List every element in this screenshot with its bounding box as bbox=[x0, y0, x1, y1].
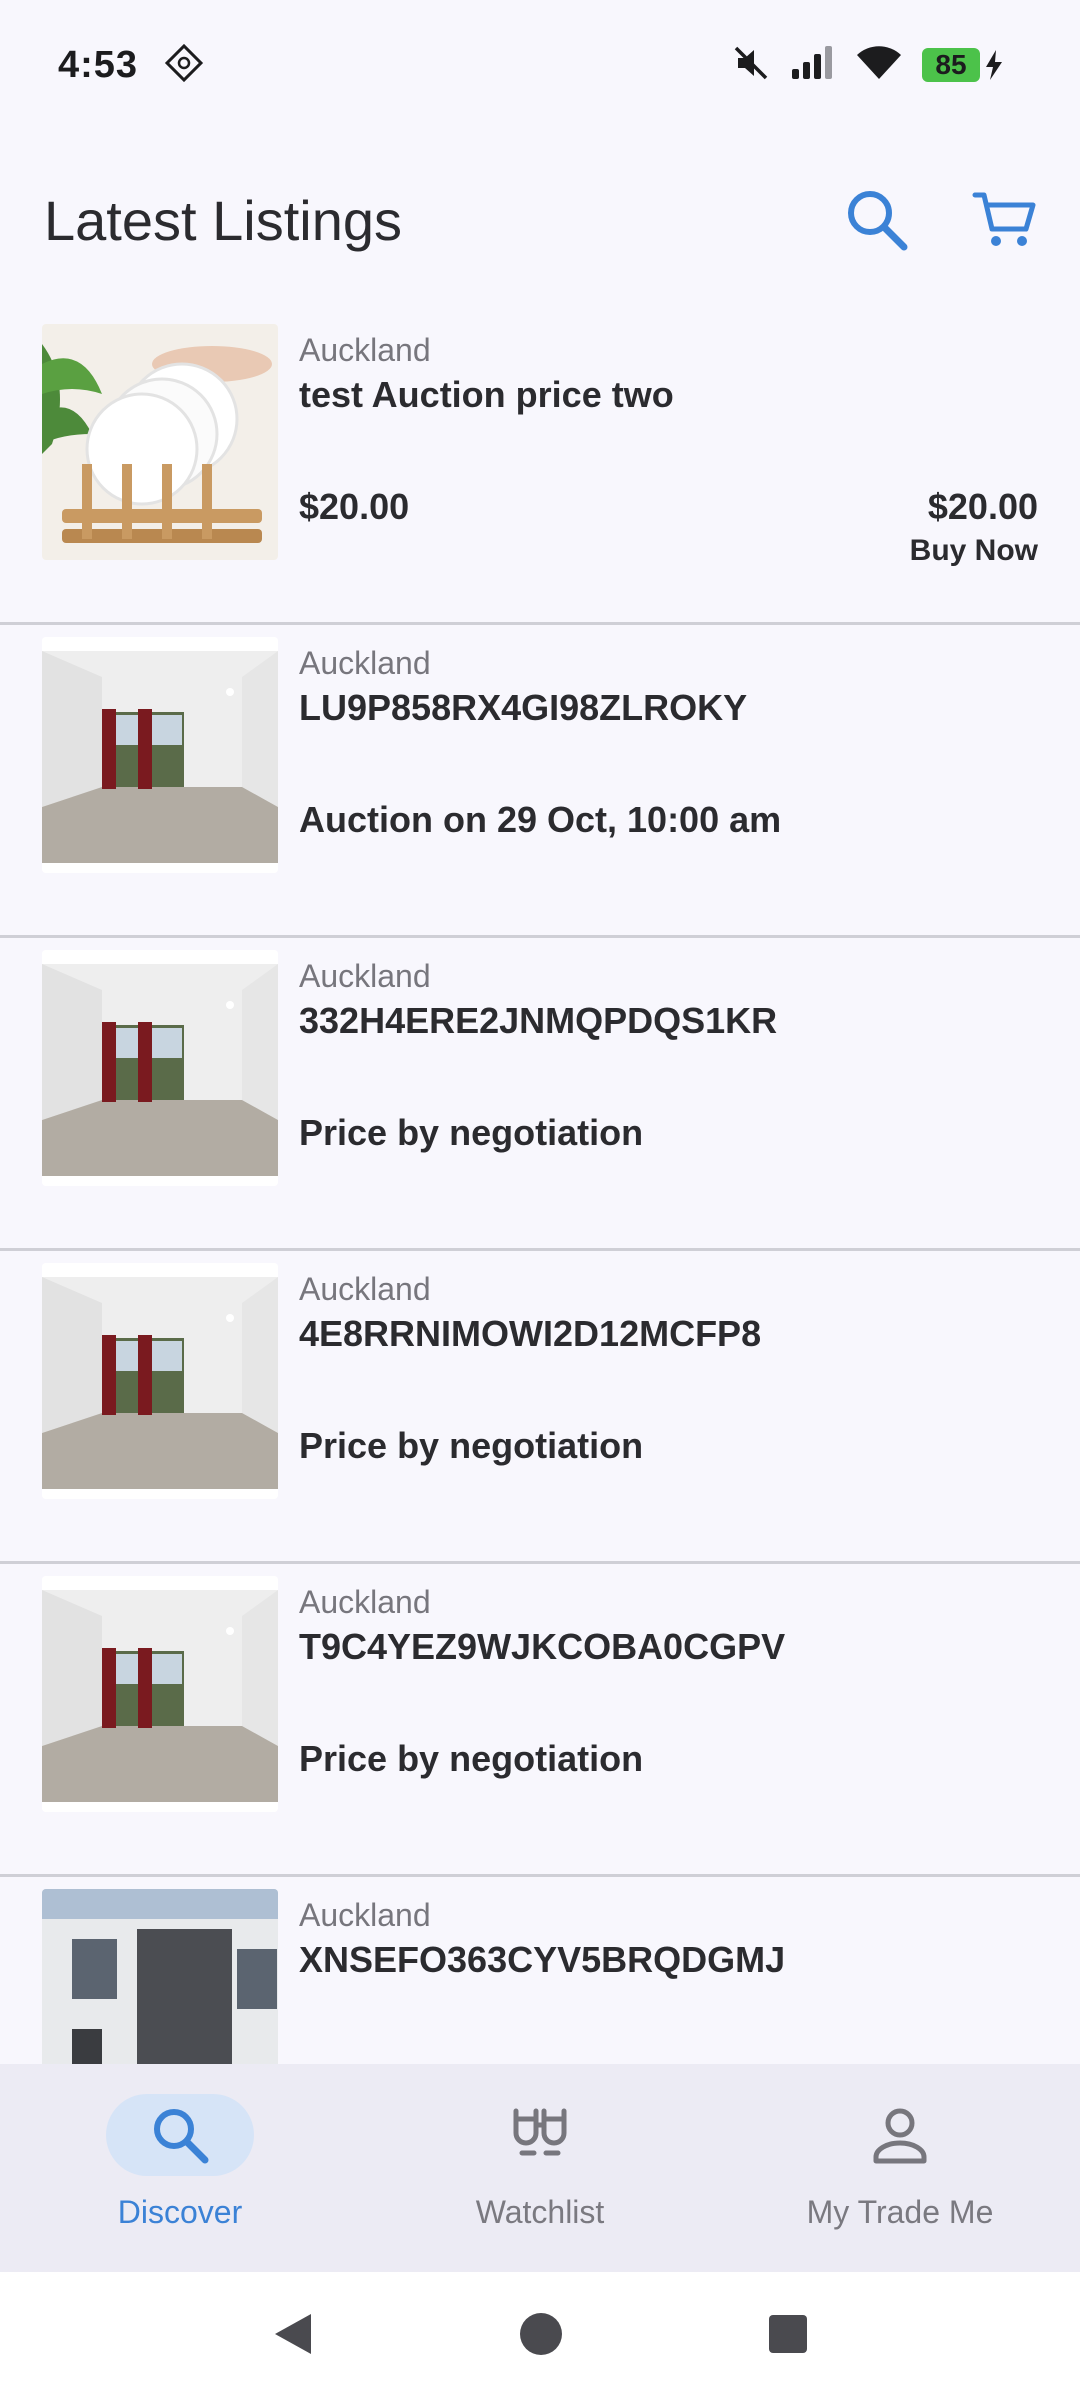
listing-buy-now-price: $20.00 bbox=[927, 486, 1038, 527]
listing-item[interactable]: Auckland XNSEFO363CYV5BRQDGMJ bbox=[0, 1877, 1080, 2064]
nfc-icon bbox=[164, 43, 204, 88]
listing-info: Auckland 332H4ERE2JNMQPDQS1KR Price by n… bbox=[299, 948, 1038, 1248]
listing-title: T9C4YEZ9WJKCOBA0CGPV bbox=[299, 1626, 786, 1667]
listing-location: Auckland bbox=[299, 645, 431, 681]
nav-watchlist-pill bbox=[466, 2094, 614, 2176]
signal-icon bbox=[790, 45, 836, 86]
listing-location: Auckland bbox=[299, 1897, 431, 1933]
page-title: Latest Listings bbox=[44, 188, 402, 252]
system-nav-bar bbox=[0, 2272, 1080, 2400]
nav-watchlist-label: Watchlist bbox=[475, 2194, 605, 2230]
status-left: 4:53 bbox=[58, 43, 204, 88]
listing-title: XNSEFO363CYV5BRQDGMJ bbox=[299, 1939, 786, 1980]
listing-image bbox=[42, 1889, 278, 2064]
listing-info: Auckland XNSEFO363CYV5BRQDGMJ bbox=[299, 1887, 1038, 2064]
app-bar: Latest Listings bbox=[0, 170, 1080, 270]
mute-icon bbox=[732, 44, 770, 87]
listing-item[interactable]: Auckland T9C4YEZ9WJKCOBA0CGPV Price by n… bbox=[0, 1564, 1080, 1877]
person-icon bbox=[873, 2108, 927, 2164]
listing-title: 332H4ERE2JNMQPDQS1KR bbox=[299, 1000, 778, 1041]
listing-price: Price by negotiation bbox=[299, 1112, 644, 1153]
app-actions bbox=[842, 185, 1040, 255]
battery-level: 85 bbox=[922, 48, 980, 82]
cart-icon bbox=[972, 192, 1036, 246]
listing-title: 4E8RRNIMOWI2D12MCFP8 bbox=[299, 1313, 762, 1354]
listing-price: Auction on 29 Oct, 10:00 am bbox=[299, 799, 782, 840]
bottom-nav: Discover Watchlist My Trade Me bbox=[0, 2064, 1080, 2272]
status-right: 85 bbox=[732, 44, 1004, 87]
search-icon bbox=[154, 2109, 209, 2164]
listing-location: Auckland bbox=[299, 1584, 431, 1620]
listing-info: Auckland LU9P858RX4GI98ZLROKY Auction on… bbox=[299, 635, 1038, 935]
search-button[interactable] bbox=[842, 185, 912, 255]
listing-location: Auckland bbox=[299, 332, 431, 368]
listing-image bbox=[42, 324, 278, 560]
nav-my-trade-me-pill bbox=[826, 2094, 974, 2176]
back-icon[interactable] bbox=[271, 2310, 315, 2363]
listing-title: test Auction price two bbox=[299, 374, 674, 415]
recents-icon[interactable] bbox=[767, 2313, 809, 2360]
listing-location: Auckland bbox=[299, 1271, 431, 1307]
listing-price: Price by negotiation bbox=[299, 1425, 644, 1466]
listing-image bbox=[42, 637, 278, 873]
listings: Auckland test Auction price two $20.00 $… bbox=[0, 312, 1080, 2064]
listing-item[interactable]: Auckland 332H4ERE2JNMQPDQS1KR Price by n… bbox=[0, 938, 1080, 1251]
nav-discover-label: Discover bbox=[117, 2194, 243, 2230]
listing-item[interactable]: Auckland test Auction price two $20.00 $… bbox=[0, 312, 1080, 625]
listing-title: LU9P858RX4GI98ZLROKY bbox=[299, 687, 748, 728]
nav-watchlist[interactable]: Watchlist bbox=[360, 2064, 720, 2272]
listing-buy-now-label: Buy Now bbox=[909, 534, 1038, 567]
status-bar: 4:53 85 bbox=[0, 0, 1080, 130]
listing-location: Auckland bbox=[299, 958, 431, 994]
listing-price: $20.00 bbox=[299, 486, 410, 527]
nav-discover[interactable]: Discover bbox=[0, 2064, 360, 2272]
listing-info: Auckland T9C4YEZ9WJKCOBA0CGPV Price by n… bbox=[299, 1574, 1038, 1874]
home-icon[interactable] bbox=[518, 2311, 564, 2362]
listing-price: Price by negotiation bbox=[299, 1738, 644, 1779]
charging-icon bbox=[986, 50, 1002, 80]
nav-discover-pill bbox=[106, 2094, 254, 2176]
nav-my-trade-me-label: My Trade Me bbox=[806, 2194, 994, 2230]
listing-info: Auckland test Auction price two $20.00 $… bbox=[299, 322, 1038, 622]
search-icon bbox=[848, 191, 908, 251]
battery-icon: 85 bbox=[922, 48, 1004, 82]
nav-my-trade-me[interactable]: My Trade Me bbox=[720, 2064, 1080, 2272]
listing-image bbox=[42, 950, 278, 1186]
wifi-icon bbox=[856, 45, 902, 86]
listing-item[interactable]: Auckland 4E8RRNIMOWI2D12MCFP8 Price by n… bbox=[0, 1251, 1080, 1564]
listing-image bbox=[42, 1576, 278, 1812]
listing-item[interactable]: Auckland LU9P858RX4GI98ZLROKY Auction on… bbox=[0, 625, 1080, 938]
cart-button[interactable] bbox=[970, 185, 1040, 255]
listing-image bbox=[42, 1263, 278, 1499]
listing-info: Auckland 4E8RRNIMOWI2D12MCFP8 Price by n… bbox=[299, 1261, 1038, 1561]
status-time: 4:53 bbox=[58, 43, 139, 86]
binoculars-icon bbox=[513, 2108, 567, 2156]
